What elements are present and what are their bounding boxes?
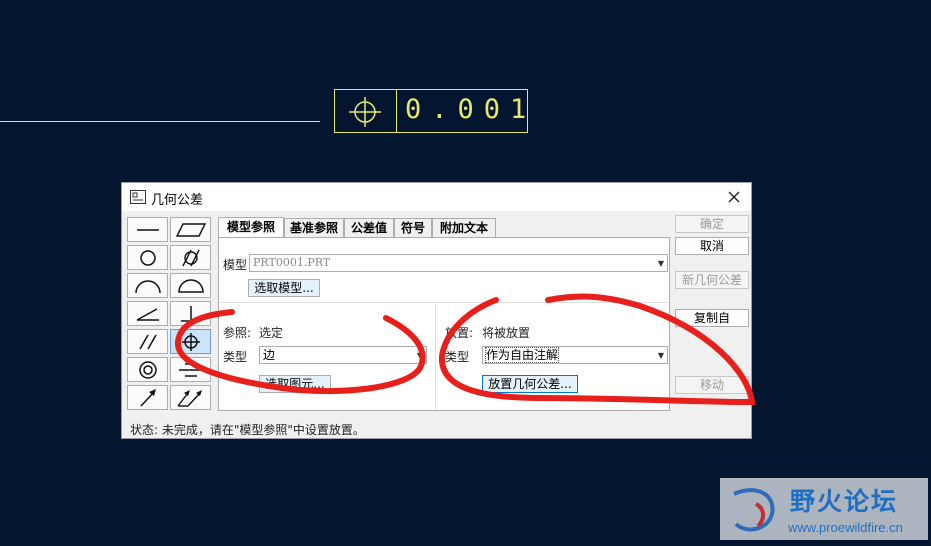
- perpendicularity-icon[interactable]: [170, 301, 211, 326]
- circular-runout-icon[interactable]: [127, 385, 168, 410]
- forum-logo-icon: [733, 488, 775, 532]
- concentricity-icon[interactable]: [127, 357, 168, 382]
- tab-additional-text[interactable]: 附加文本: [432, 218, 496, 238]
- reference-type-select[interactable]: 边 ▼: [259, 346, 427, 364]
- model-value: PRT0001.PRT: [253, 256, 331, 269]
- tab-datum-reference[interactable]: 基准参照: [284, 218, 344, 238]
- placement-type-select[interactable]: 作为自由注解 ▼: [482, 346, 668, 364]
- column-divider: [435, 304, 436, 410]
- select-entity-button[interactable]: 选取图元...: [259, 375, 331, 393]
- leader-line: [0, 121, 320, 122]
- forum-watermark: 野火论坛 www.proewildfire.cn: [720, 478, 928, 540]
- placement-value: 将被放置: [482, 326, 531, 340]
- circularity-icon[interactable]: [127, 245, 168, 270]
- reference-label: 参照:: [223, 326, 252, 340]
- place-tolerance-button[interactable]: 放置几何公差...: [482, 375, 578, 393]
- tab-symbol[interactable]: 符号: [394, 218, 432, 238]
- reference-type-value: 边: [263, 348, 276, 362]
- tolerance-value: 0.001: [405, 94, 537, 125]
- straightness-icon[interactable]: [127, 217, 168, 242]
- line-profile-icon[interactable]: [127, 273, 168, 298]
- dialog-titlebar[interactable]: 几何公差: [122, 183, 751, 211]
- reference-type-label: 类型: [223, 350, 248, 364]
- status-text: 状态: 未完成，请在"模型参照"中设置放置。: [130, 423, 365, 437]
- placement-label: 放置:: [445, 326, 474, 340]
- parallelism-icon[interactable]: [127, 329, 168, 354]
- watermark-title: 野火论坛: [790, 487, 899, 516]
- model-select: PRT0001.PRT ▼: [249, 254, 668, 272]
- placement-type-label: 类型: [445, 350, 470, 364]
- watermark-url: www.proewildfire.cn: [788, 520, 903, 535]
- placement-type-value: 作为自由注解: [484, 347, 560, 363]
- model-label: 模型: [223, 258, 248, 272]
- frame-separator: [396, 90, 397, 132]
- chevron-down-icon: ▼: [416, 351, 423, 360]
- reference-value: 选定: [259, 326, 284, 340]
- surface-profile-icon[interactable]: [170, 273, 211, 298]
- symmetry-icon[interactable]: [170, 357, 211, 382]
- close-icon[interactable]: [723, 187, 745, 207]
- cylindricity-icon[interactable]: [170, 245, 211, 270]
- dialog-icon: [130, 190, 146, 207]
- chevron-down-icon: ▼: [657, 259, 664, 268]
- move-button[interactable]: 移动: [675, 376, 749, 394]
- flatness-icon[interactable]: [170, 217, 211, 242]
- new-tolerance-button[interactable]: 新几何公差: [675, 271, 749, 289]
- angularity-icon[interactable]: [127, 301, 168, 326]
- geometric-tolerance-dialog: 几何公差 模型参照 基准参照 公差值 符号 附加文本 模型 PRT0001.PR…: [121, 182, 752, 439]
- position-icon[interactable]: [170, 329, 211, 354]
- total-runout-icon[interactable]: [170, 385, 211, 410]
- feature-control-frame[interactable]: 0.001: [334, 89, 528, 133]
- cancel-button[interactable]: 取消: [675, 237, 749, 255]
- chevron-down-icon: ▼: [657, 351, 664, 360]
- tab-model-reference[interactable]: 模型参照: [218, 217, 284, 239]
- section-divider: [219, 302, 669, 303]
- model-reference-panel: 模型 PRT0001.PRT ▼ 选取模型... 参照: 选定 类型 边 ▼ 选…: [218, 237, 670, 411]
- tab-tolerance-value[interactable]: 公差值: [344, 218, 394, 238]
- dialog-title: 几何公差: [151, 193, 204, 208]
- position-icon: [345, 96, 385, 131]
- select-model-button[interactable]: 选取模型...: [248, 279, 320, 297]
- ok-button[interactable]: 确定: [675, 215, 749, 233]
- copy-from-button[interactable]: 复制自: [675, 309, 749, 327]
